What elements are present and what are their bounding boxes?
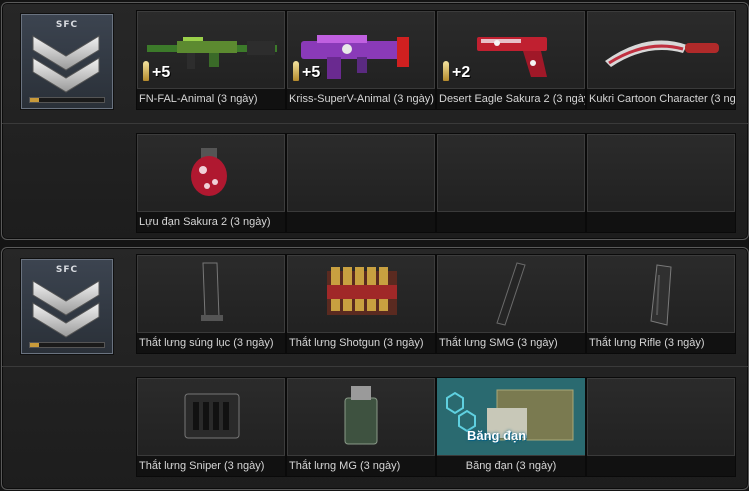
item-label: Băng đạn (3 ngày) [437,455,585,476]
row-divider [2,123,748,124]
item-label: Thắt lưng MG (3 ngày) [287,455,435,476]
item-slot-fn-fal[interactable]: +5 FN-FAL-Animal (3 ngày) [136,10,286,110]
item-slot-ammo-box[interactable]: Băng đạn Băng đạn (3 ngày) [436,377,586,477]
item-label [587,211,735,232]
item-slot-empty [586,377,736,477]
item-label: Kukri Cartoon Character (3 ngày) [587,88,735,109]
item-slot-kriss[interactable]: +5 Kriss-SuperV-Animal (3 ngày) [286,10,436,110]
pistol-magazine-icon [201,262,223,321]
item-label [287,211,435,232]
item-slot-empty [286,133,436,233]
item-label: Thắt lưng Rifle (3 ngày) [587,332,735,353]
ammo-bonus: +5 [293,61,320,82]
item-slot-mg-belt[interactable]: Thắt lưng MG (3 ngày) [286,377,436,477]
rank-badge: SFC [20,13,114,110]
sniper-magazine-icon [184,393,240,439]
item-label [437,211,585,232]
item-label: Thắt lưng SMG (3 ngày) [437,332,585,353]
rank-label: SFC [55,20,79,30]
item-slot-empty [586,133,736,233]
rank-badge: SFC [20,258,114,355]
rank-progress-bar [29,97,105,103]
item-label: Thắt lưng Sniper (3 ngày) [137,455,285,476]
item-slot-kukri[interactable]: Kukri Cartoon Character (3 ngày) [586,10,736,110]
rank-label: SFC [55,265,79,275]
ammo-box-icon [437,378,585,456]
ammo-bonus: +2 [443,61,470,82]
item-slot-smg-belt[interactable]: Thắt lưng SMG (3 ngày) [436,254,586,354]
chevron-rank-icon [32,280,100,338]
item-slot-sniper-belt[interactable]: Thắt lưng Sniper (3 ngày) [136,377,286,477]
item-label [587,455,735,476]
grenade-icon [191,148,227,196]
item-label: Kriss-SuperV-Animal (3 ngày) [287,88,435,109]
item-label: Desert Eagle Sakura 2 (3 ngày) [437,88,585,109]
bullet-icon [443,61,449,81]
item-slot-grenade[interactable]: Lựu đạn Sakura 2 (3 ngày) [136,133,286,233]
item-slot-rifle-belt[interactable]: Thắt lưng Rifle (3 ngày) [586,254,736,354]
smg-magazine-icon [496,262,526,326]
bullet-icon [143,61,149,81]
rifle-magazine-icon [650,264,672,326]
chevron-rank-icon [32,35,100,93]
item-slot-empty [436,133,586,233]
item-label: Thắt lưng Shotgun (3 ngày) [287,332,435,353]
item-label: FN-FAL-Animal (3 ngày) [137,88,285,109]
shotgun-belt-icon [327,267,397,315]
reward-panel-1: SFC +5 FN-FAL-Animal (3 ngày) +5 Kriss-S… [1,2,749,240]
item-slot-desert-eagle[interactable]: +2 Desert Eagle Sakura 2 (3 ngày) [436,10,586,110]
knife-icon [605,40,719,67]
item-label: Thắt lưng súng lục (3 ngày) [137,332,285,353]
reward-panel-2: SFC Thắt lưng súng lục (3 ngày) Thắt lưn… [1,247,749,490]
item-label: Lựu đạn Sakura 2 (3 ngày) [137,211,285,232]
item-slot-shotgun-belt[interactable]: Thắt lưng Shotgun (3 ngày) [286,254,436,354]
ammo-box-badge: Băng đạn [467,428,527,443]
mg-magazine-icon [344,386,378,445]
rank-progress-bar [29,342,105,348]
ammo-bonus: +5 [143,61,170,82]
row-divider [2,366,748,367]
bullet-icon [293,61,299,81]
item-slot-pistol-belt[interactable]: Thắt lưng súng lục (3 ngày) [136,254,286,354]
